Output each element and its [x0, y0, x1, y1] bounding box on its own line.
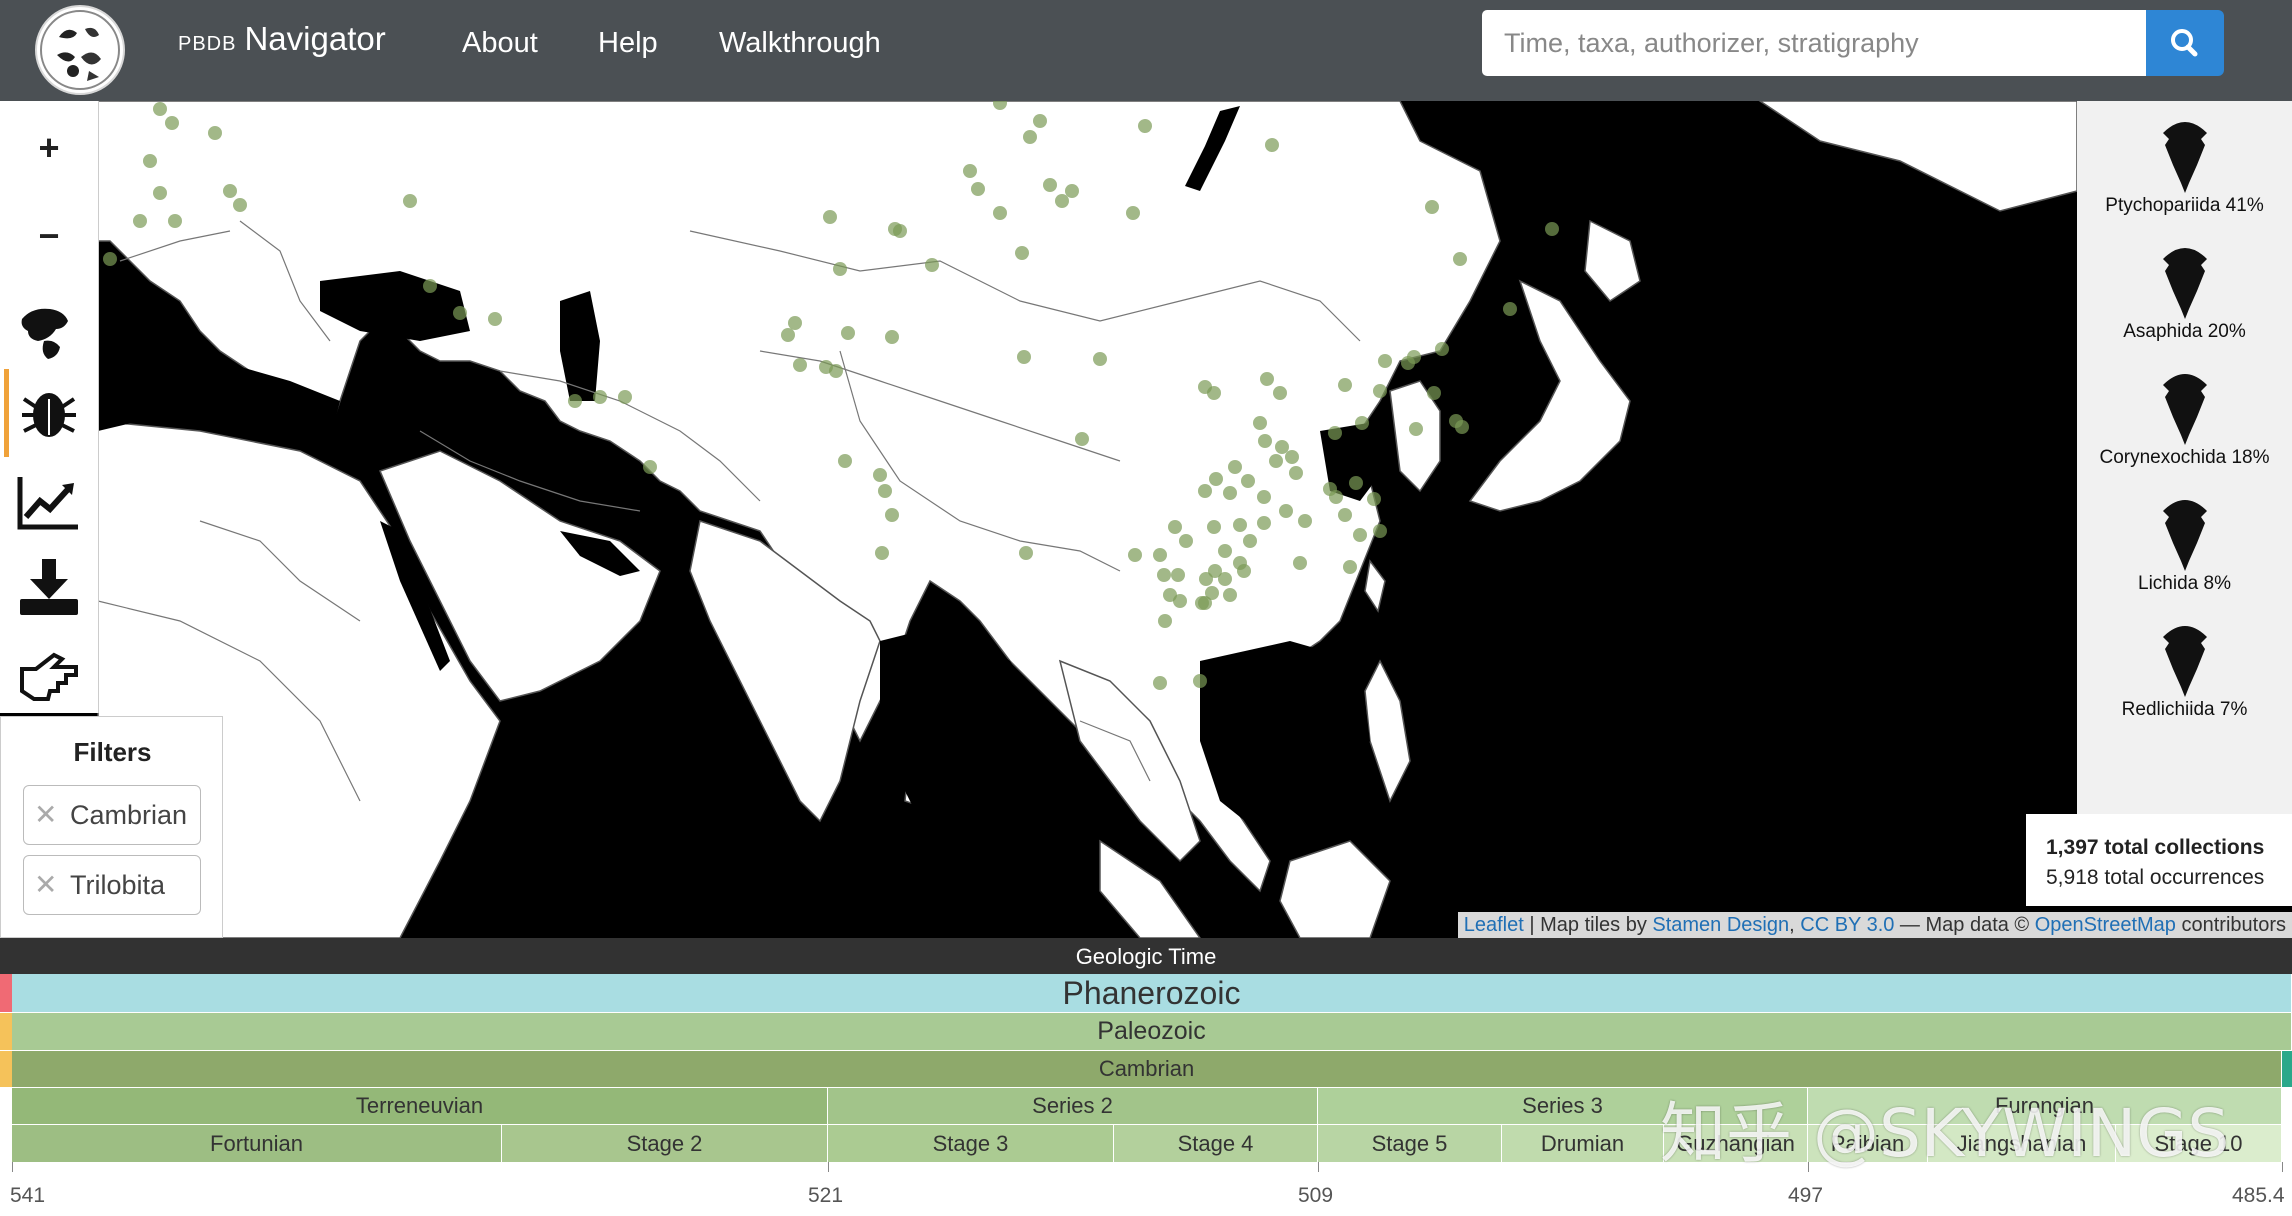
- pbdb-logo[interactable]: [35, 5, 125, 95]
- taxon-corynexochida[interactable]: Corynexochida 18%: [2077, 359, 2292, 479]
- download-icon: [20, 559, 78, 615]
- leaflet-link[interactable]: Leaflet: [1464, 914, 1524, 936]
- brand-name: Navigator: [244, 20, 386, 57]
- search-button[interactable]: [2146, 10, 2224, 76]
- attribution-text: — Map data ©: [1894, 914, 2035, 936]
- timeline-proterozoic-sliver[interactable]: [0, 1013, 12, 1050]
- download-button[interactable]: [14, 553, 84, 623]
- timeline-stage-fortunian[interactable]: Fortunian: [12, 1125, 502, 1162]
- taxon-redlichiida[interactable]: Redlichiida 7%: [2077, 611, 2292, 731]
- watermark: 知乎 @SKYWINGS: [1660, 1095, 2230, 1172]
- timeline-title: Geologic Time: [0, 938, 2292, 974]
- taxon-label: Ptychopariida 41%: [2105, 195, 2264, 216]
- timeline-stage-5[interactable]: Stage 5: [1318, 1125, 1502, 1162]
- trilobite-silhouette-icon: [2163, 122, 2207, 193]
- map[interactable]: [0, 101, 2292, 938]
- taxon-label: Lichida 8%: [2138, 573, 2231, 594]
- timeline-era[interactable]: Paleozoic: [12, 1013, 2292, 1050]
- axis-tick: [12, 1162, 13, 1172]
- filter-label: Cambrian: [70, 800, 188, 830]
- stamen-link[interactable]: Stamen Design: [1652, 914, 1789, 936]
- filter-label: Trilobita: [70, 870, 166, 900]
- zoom-in-icon: +: [38, 127, 60, 168]
- collection-stats: 1,397 total collections 5,918 total occu…: [2026, 814, 2292, 906]
- timeline-series-2[interactable]: Series 2: [828, 1088, 1318, 1124]
- filter-chip-trilobita[interactable]: ✕ Trilobita: [23, 855, 201, 915]
- filters-panel: Filters ✕ Cambrian ✕ Trilobita: [0, 716, 223, 938]
- taxon-label: Asaphida 20%: [2123, 321, 2246, 342]
- taxon-lichida[interactable]: Lichida 8%: [2077, 485, 2292, 605]
- trilobite-silhouette-icon: [2163, 626, 2207, 697]
- axis-label: 521: [808, 1184, 844, 1207]
- continents-icon: [21, 308, 69, 359]
- taxon-asaphida[interactable]: Asaphida 20%: [2077, 233, 2292, 353]
- nav-walkthrough[interactable]: Walkthrough: [719, 27, 881, 60]
- osm-link[interactable]: OpenStreetMap: [2035, 914, 2176, 936]
- navbar: PBDB Navigator About Help Walkthrough Tim…: [0, 0, 2292, 101]
- taxa-toggle[interactable]: [14, 379, 84, 449]
- timeline-ediacaran-sliver[interactable]: [0, 1051, 12, 1087]
- timeline-series-terreneuvian[interactable]: Terreneuvian: [12, 1088, 828, 1124]
- trilobite-icon: [22, 393, 76, 437]
- license-link[interactable]: CC BY 3.0: [1800, 914, 1894, 936]
- taxa-panel: Ptychopariida 41% Asaphida 20% Corynexoc…: [2077, 101, 2292, 814]
- axis-label: 509: [1298, 1184, 1334, 1207]
- timeline-ordovician-sliver[interactable]: [2282, 1051, 2292, 1087]
- taxon-label: Corynexochida 18%: [2099, 447, 2270, 468]
- filter-chip-cambrian[interactable]: ✕ Cambrian: [23, 785, 201, 845]
- brand-prefix: PBDB: [178, 33, 237, 55]
- paleogeography-toggle[interactable]: [14, 297, 84, 367]
- attribution-text: contributors: [2175, 914, 2286, 936]
- axis-label: 541: [10, 1184, 46, 1207]
- zoom-out-icon: −: [38, 215, 60, 256]
- timeline-stage-4[interactable]: Stage 4: [1114, 1125, 1318, 1162]
- search-placeholder: Time, taxa, authorizer, stratigraphy: [1504, 28, 1919, 58]
- filters-title: Filters: [73, 737, 152, 767]
- diversity-chart-button[interactable]: [14, 467, 84, 537]
- zoom-out-button[interactable]: −: [14, 203, 84, 273]
- remove-filter-icon[interactable]: ✕: [34, 786, 57, 844]
- trilobite-silhouette-icon: [2163, 248, 2207, 319]
- axis-label: 497: [1788, 1184, 1824, 1207]
- brand[interactable]: PBDB Navigator: [178, 20, 386, 58]
- axis-tick: [1318, 1162, 1319, 1172]
- map-canvas[interactable]: [0, 101, 2292, 938]
- axis-tick: [828, 1162, 829, 1172]
- map-toolbar: + −: [0, 101, 99, 713]
- select-tool-button[interactable]: [14, 639, 84, 709]
- active-tool-indicator: [4, 369, 9, 457]
- hand-pointer-icon: [20, 652, 78, 701]
- timeline-stage-2[interactable]: Stage 2: [502, 1125, 828, 1162]
- taxon-ptychopariida[interactable]: Ptychopariida 41%: [2077, 107, 2292, 227]
- attribution-text: | Map tiles by: [1523, 914, 1653, 936]
- taxon-label: Redlichiida 7%: [2121, 699, 2248, 720]
- trilobite-silhouette-icon: [2163, 374, 2207, 445]
- total-collections: 1,397 total collections: [2046, 836, 2265, 859]
- timeline-stage-3[interactable]: Stage 3: [828, 1125, 1114, 1162]
- search-icon: [2171, 29, 2198, 57]
- total-occurrences: 5,918 total occurrences: [2046, 866, 2265, 889]
- search-input[interactable]: Time, taxa, authorizer, stratigraphy: [1482, 10, 2146, 76]
- nav-help[interactable]: Help: [598, 27, 658, 60]
- nav-about[interactable]: About: [462, 27, 538, 60]
- remove-filter-icon[interactable]: ✕: [34, 856, 57, 914]
- zoom-in-button[interactable]: +: [14, 115, 84, 185]
- attribution-text: ,: [1789, 914, 1801, 936]
- trilobite-silhouette-icon: [2163, 500, 2207, 571]
- timeline-hadean-sliver[interactable]: [0, 974, 12, 1012]
- timeline-eon[interactable]: Phanerozoic: [12, 974, 2292, 1012]
- timeline-stage-drumian[interactable]: Drumian: [1502, 1125, 1664, 1162]
- axis-label: 485.4: [2232, 1184, 2285, 1207]
- chart-icon: [17, 477, 78, 530]
- axis-tick: [2282, 1162, 2283, 1172]
- map-attribution: Leaflet | Map tiles by Stamen Design, CC…: [1457, 912, 2292, 938]
